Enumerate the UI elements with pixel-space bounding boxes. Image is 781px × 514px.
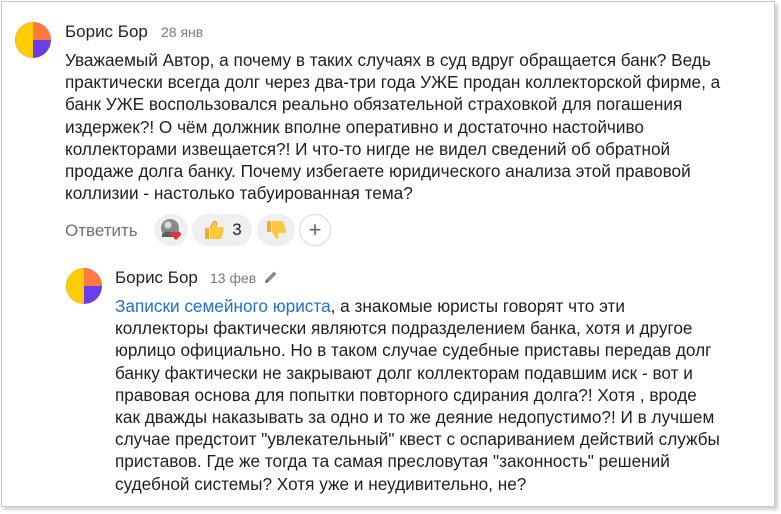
reply-button[interactable]: Ответить: [65, 221, 138, 241]
thumbs-up-emoji-icon: [205, 220, 225, 239]
reply-date[interactable]: 13 фев: [210, 270, 256, 286]
like-count: 3: [232, 220, 242, 239]
comment-text-line: издержек?! О чём должник вполне оператив…: [65, 116, 644, 137]
reply-text-line: коллекторы фактически являются подраздел…: [115, 318, 693, 339]
comments-panel: Борис Бор 28 янв Уважаемый Автор, а поче…: [1, 1, 775, 507]
reaction-heart-button[interactable]: [154, 214, 188, 246]
reply-text-line: судебной системы? Хотя уже и неудивитель…: [115, 473, 527, 494]
reply-text-line: приставов. Где же тогда та самая преслов…: [115, 451, 670, 472]
reply-text-line: случае предстоит "увлекательный" квест с…: [115, 429, 720, 450]
reply-text-line: Записки семейного юриста, а знакомые юри…: [115, 295, 765, 317]
mention-link[interactable]: Записки семейного юриста: [115, 296, 331, 316]
reaction-dislike-button[interactable]: [257, 214, 295, 246]
reply-text-line: юрлицо официально. Но в таком случае суд…: [115, 340, 712, 361]
reply-user-avatar[interactable]: [66, 268, 102, 304]
comment-text-line: Уважаемый Автор, а почему в таких случая…: [65, 50, 711, 70]
comment-text-line: продаже долга банку. Почему избегаете юр…: [65, 161, 691, 182]
add-reaction-button[interactable]: +: [299, 214, 331, 246]
comment-author[interactable]: Борис Бор: [65, 22, 148, 42]
user-avatar[interactable]: [15, 22, 51, 58]
thumbs-down-emoji-icon: [267, 221, 286, 239]
reply-text-line: банку фактически не закрывают долг колле…: [115, 362, 693, 383]
heart-reaction-avatar-icon: [161, 219, 181, 240]
comment-text: Уважаемый Автор, а почему в таких случая…: [65, 49, 765, 204]
comment-text-line: практически всегда долг через два-три го…: [65, 72, 721, 93]
comment-text-line: коллекторами извещается?! И что-то нигде…: [65, 138, 671, 159]
comment-text-line: банк УЖЕ воспользовался реально обязател…: [65, 94, 683, 115]
reply-text-line: как дважды наказывать за одно и то же де…: [115, 407, 715, 428]
reaction-like-button[interactable]: 3: [192, 214, 252, 246]
comment-text-line: коллизии - настолько табуированная тема?: [65, 183, 413, 204]
reply-text-fragment: , а знакомые юристы говорят что эти: [330, 296, 625, 316]
reply-author[interactable]: Борис Бор: [115, 268, 198, 288]
pencil-icon: [265, 271, 277, 283]
reply-text-line: правовая основа для попытки повторного с…: [115, 384, 697, 405]
comment-date[interactable]: 28 янв: [161, 24, 203, 40]
reply-text: Записки семейного юриста, а знакомые юри…: [115, 295, 765, 495]
